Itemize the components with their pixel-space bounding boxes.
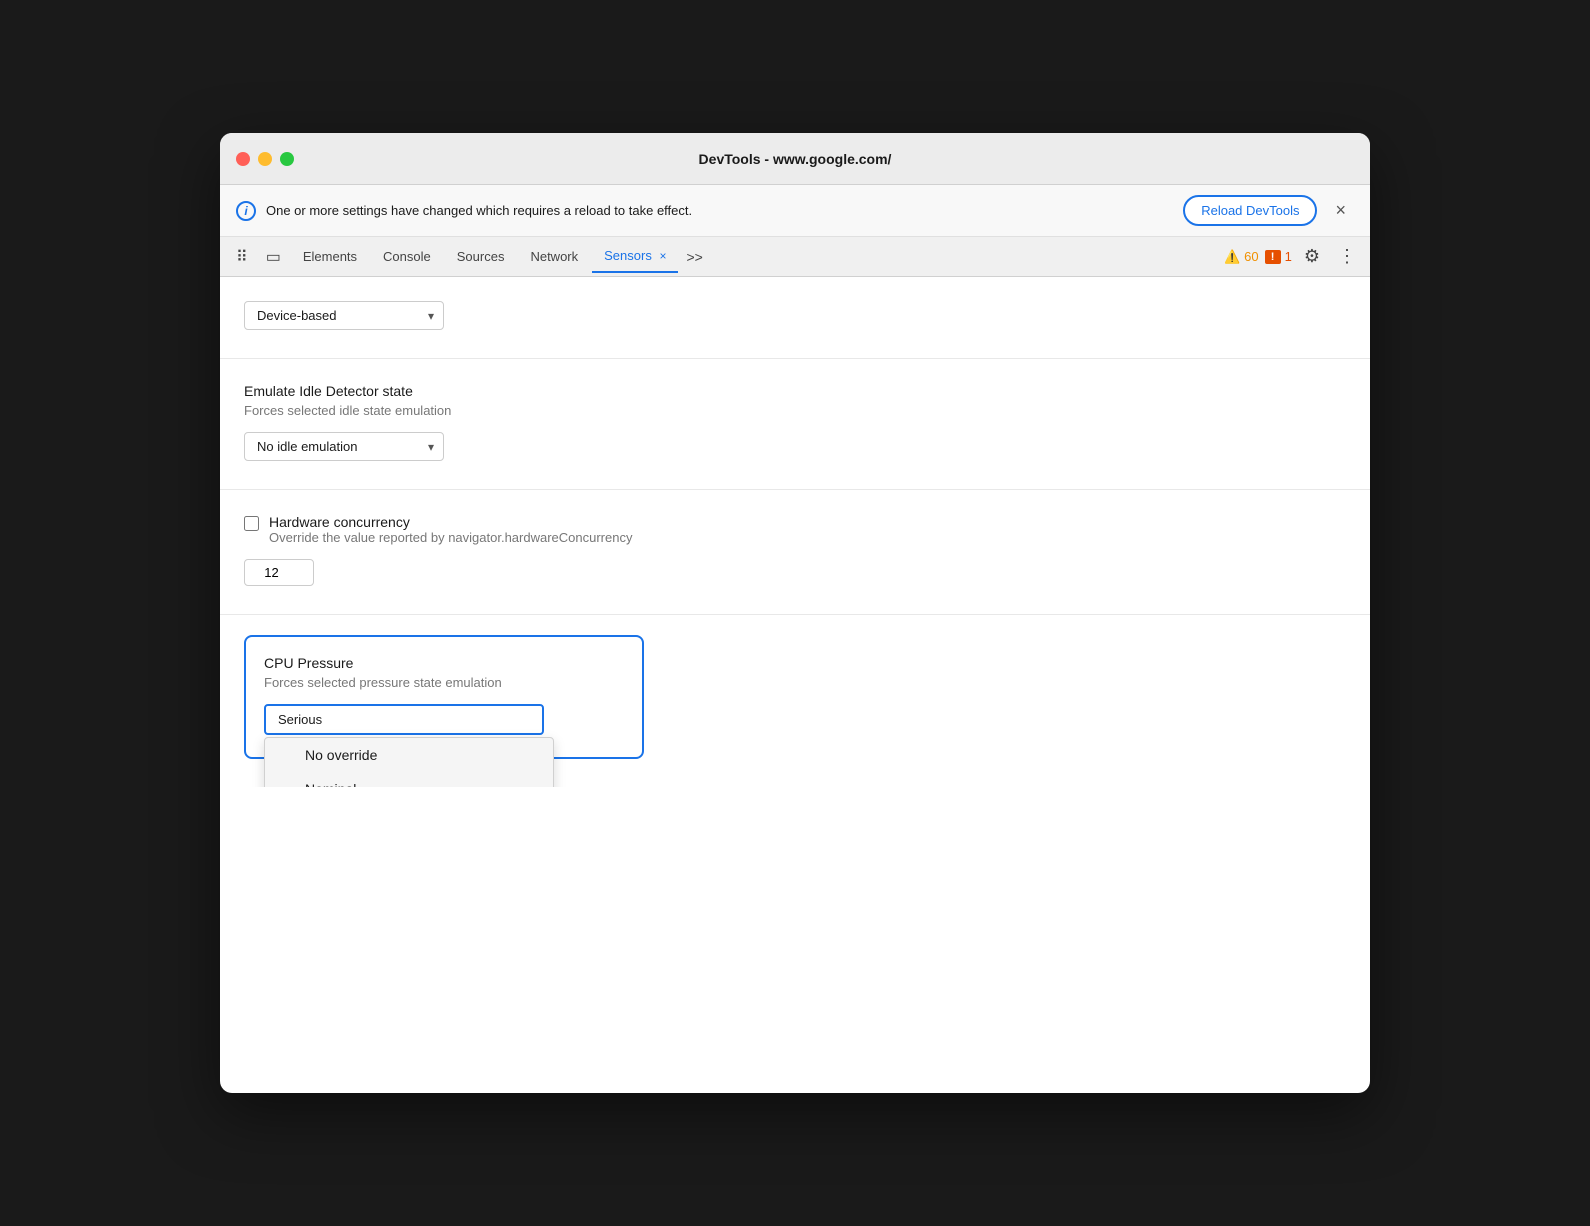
cpu-pressure-title: CPU Pressure xyxy=(264,655,624,671)
warning-triangle-icon: ⚠️ xyxy=(1224,249,1240,265)
hardware-concurrency-checkbox[interactable] xyxy=(244,516,259,531)
hardware-concurrency-label-group: Hardware concurrency Override the value … xyxy=(269,514,632,545)
dropdown-item-no-override[interactable]: No override xyxy=(265,738,553,772)
cpu-pressure-box: CPU Pressure Forces selected pressure st… xyxy=(244,635,644,759)
title-bar: DevTools - www.google.com/ xyxy=(220,133,1370,185)
cpu-pressure-dropdown[interactable]: Serious xyxy=(264,704,544,735)
tab-sensors[interactable]: Sensors × xyxy=(592,240,678,273)
error-count: 1 xyxy=(1285,249,1292,264)
info-icon: i xyxy=(236,201,256,221)
cpu-pressure-dropdown-menu: No override Nominal Fair ✓ Serious xyxy=(264,737,554,787)
device-toolbar-icon[interactable]: ▭ xyxy=(258,241,289,273)
warning-count: 60 xyxy=(1244,249,1258,264)
notification-bar: i One or more settings have changed whic… xyxy=(220,185,1370,237)
location-dropdown-wrapper: Device-based Custom location No override… xyxy=(244,301,444,330)
tab-bar: ⠿ ▭ Elements Console Sources Network Sen… xyxy=(220,237,1370,277)
tab-sources[interactable]: Sources xyxy=(445,241,517,272)
idle-detector-section: Emulate Idle Detector state Forces selec… xyxy=(220,359,1370,490)
hardware-concurrency-label: Hardware concurrency xyxy=(269,514,632,530)
close-window-button[interactable] xyxy=(236,152,250,166)
dropdown-item-nominal[interactable]: Nominal xyxy=(265,772,553,787)
errors-button[interactable]: ! 1 xyxy=(1265,249,1292,264)
minimize-window-button[interactable] xyxy=(258,152,272,166)
idle-detector-dropdown[interactable]: No idle emulation Active, Locked Active,… xyxy=(244,432,444,461)
error-square-icon: ! xyxy=(1265,250,1281,264)
tab-sensors-close[interactable]: × xyxy=(659,249,666,263)
devtools-window: DevTools - www.google.com/ i One or more… xyxy=(220,133,1370,1093)
inspect-element-icon[interactable]: ⠿ xyxy=(228,241,256,273)
notification-message: One or more settings have changed which … xyxy=(266,203,1173,218)
cpu-pressure-section: CPU Pressure Forces selected pressure st… xyxy=(220,615,1370,787)
idle-dropdown-wrapper: No idle emulation Active, Locked Active,… xyxy=(244,432,444,461)
maximize-window-button[interactable] xyxy=(280,152,294,166)
tab-console[interactable]: Console xyxy=(371,241,443,272)
cpu-pressure-desc: Forces selected pressure state emulation xyxy=(264,675,624,690)
cpu-pressure-dropdown-wrapper: Serious No override Nominal xyxy=(264,704,544,735)
hardware-concurrency-input[interactable]: 12 xyxy=(244,559,314,586)
location-section: Device-based Custom location No override… xyxy=(220,277,1370,359)
window-controls xyxy=(236,152,294,166)
nominal-label: Nominal xyxy=(305,781,356,787)
more-options-button[interactable]: ⋮ xyxy=(1332,242,1362,271)
reload-devtools-button[interactable]: Reload DevTools xyxy=(1183,195,1317,226)
idle-detector-title: Emulate Idle Detector state xyxy=(244,383,1346,399)
hardware-concurrency-section: Hardware concurrency Override the value … xyxy=(220,490,1370,615)
tab-network[interactable]: Network xyxy=(518,241,590,272)
content-area: Device-based Custom location No override… xyxy=(220,277,1370,787)
hardware-concurrency-desc: Override the value reported by navigator… xyxy=(269,530,632,545)
location-dropdown[interactable]: Device-based Custom location No override xyxy=(244,301,444,330)
more-tabs-button[interactable]: >> xyxy=(680,245,708,269)
hardware-concurrency-row: Hardware concurrency Override the value … xyxy=(244,514,1346,545)
notification-close-button[interactable]: × xyxy=(1327,196,1354,225)
window-title: DevTools - www.google.com/ xyxy=(699,151,892,167)
tab-bar-right: ⚠️ 60 ! 1 ⚙ ⋮ xyxy=(1224,242,1362,271)
idle-detector-desc: Forces selected idle state emulation xyxy=(244,403,1346,418)
no-override-label: No override xyxy=(305,747,377,763)
tab-elements[interactable]: Elements xyxy=(291,241,369,272)
settings-button[interactable]: ⚙ xyxy=(1298,242,1326,271)
warnings-button[interactable]: ⚠️ 60 xyxy=(1224,249,1259,265)
